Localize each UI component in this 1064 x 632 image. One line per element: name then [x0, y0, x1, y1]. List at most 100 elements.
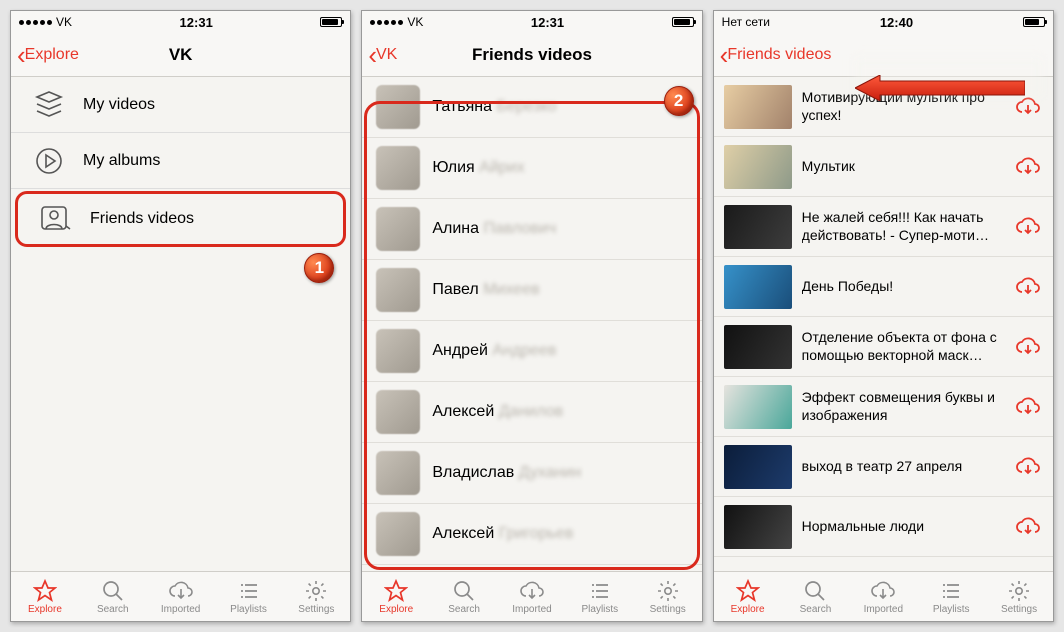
video-thumbnail [724, 505, 792, 549]
download-button[interactable] [1015, 335, 1043, 359]
nav-title: Friends videos [362, 45, 701, 65]
battery-icon [1023, 17, 1045, 27]
friend-row[interactable]: Алина Павлович [362, 199, 701, 260]
tab-search[interactable]: Search [782, 572, 850, 621]
friend-name: Татьяна Березко [432, 98, 556, 116]
back-button[interactable]: ‹ VK [368, 42, 397, 68]
video-row[interactable]: Эффект совмещения буквы и изображения [714, 377, 1053, 437]
download-button[interactable] [1015, 95, 1043, 119]
video-thumbnail [724, 265, 792, 309]
person-frame-icon [36, 199, 76, 239]
video-thumbnail [724, 445, 792, 489]
video-thumbnail [724, 325, 792, 369]
nav-bar: ‹ VK Friends videos [362, 33, 701, 77]
friend-row[interactable]: Юлия Айрих [362, 138, 701, 199]
gear-icon [304, 579, 328, 603]
friend-name: Владислав Духанин [432, 464, 581, 482]
star-icon [384, 579, 408, 603]
video-row[interactable]: Отделение объекта от фона с помощью вект… [714, 317, 1053, 377]
download-button[interactable] [1015, 275, 1043, 299]
back-label: VK [376, 46, 397, 64]
friend-row[interactable]: Владислав Духанин [362, 443, 701, 504]
tab-bar: Explore Search Imported Playlists Settin… [362, 571, 701, 621]
status-bar: Нет сети 12:40 [714, 11, 1053, 33]
tab-imported[interactable]: Imported [147, 572, 215, 621]
friend-row[interactable]: Павел Михеев [362, 260, 701, 321]
tab-playlists[interactable]: Playlists [917, 572, 985, 621]
list-icon [237, 579, 261, 603]
friend-row[interactable]: Татьяна Березко [362, 77, 701, 138]
signal-icon [370, 20, 403, 25]
back-button[interactable]: ‹ Friends videos [720, 42, 832, 68]
download-button[interactable] [1015, 515, 1043, 539]
star-icon [33, 579, 57, 603]
download-button[interactable] [1015, 215, 1043, 239]
tab-settings[interactable]: Settings [282, 572, 350, 621]
tab-explore[interactable]: Explore [714, 572, 782, 621]
videos-list[interactable]: Мотивирующий мультик про успех! Мультик … [714, 77, 1053, 571]
friend-row[interactable]: Алексей Данилов [362, 382, 701, 443]
video-title: Нормальные люди [802, 518, 1005, 536]
video-title: Эффект совмещения буквы и изображения [802, 389, 1005, 424]
menu-label: My albums [83, 152, 160, 170]
blurred-title [854, 57, 1043, 97]
download-button[interactable] [1015, 155, 1043, 179]
star-icon [736, 579, 760, 603]
battery-icon [320, 17, 342, 27]
friend-name: Павел Михеев [432, 281, 539, 299]
friend-name: Юлия Айрих [432, 159, 524, 177]
tab-search[interactable]: Search [430, 572, 498, 621]
menu-friends-videos[interactable]: Friends videos [15, 191, 346, 247]
nav-bar: ‹ Friends videos [714, 33, 1053, 77]
friend-row[interactable]: Алексей Григорьев [362, 504, 701, 565]
tab-settings[interactable]: Settings [634, 572, 702, 621]
tab-bar: Explore Search Imported Playlists Settin… [714, 571, 1053, 621]
tab-explore[interactable]: Explore [11, 572, 79, 621]
tab-label: Imported [161, 604, 200, 615]
tab-playlists[interactable]: Playlists [566, 572, 634, 621]
tab-playlists[interactable]: Playlists [215, 572, 283, 621]
gear-icon [656, 579, 680, 603]
avatar [376, 512, 420, 556]
avatar [376, 85, 420, 129]
video-thumbnail [724, 145, 792, 189]
nav-bar: ‹ Explore VK [11, 33, 350, 77]
video-row[interactable]: выход в театр 27 апреля [714, 437, 1053, 497]
menu-label: Friends videos [90, 210, 194, 228]
tab-label: Search [800, 604, 832, 615]
tab-label: Explore [731, 604, 765, 615]
avatar [376, 207, 420, 251]
tab-settings[interactable]: Settings [985, 572, 1053, 621]
video-title: Мультик [802, 158, 1005, 176]
video-title: Не жалей себя!!! Как начать действовать!… [802, 209, 1005, 244]
video-row[interactable]: Мультик [714, 137, 1053, 197]
tab-label: Playlists [230, 604, 267, 615]
cloud-download-icon [870, 579, 896, 603]
download-button[interactable] [1015, 455, 1043, 479]
download-button[interactable] [1015, 395, 1043, 419]
tab-search[interactable]: Search [79, 572, 147, 621]
list-icon [588, 579, 612, 603]
back-label: Friends videos [727, 46, 831, 64]
friend-name: Алина Павлович [432, 220, 556, 238]
stack-icon [29, 85, 69, 125]
back-button[interactable]: ‹ Explore [17, 42, 79, 68]
video-row[interactable]: День Победы! [714, 257, 1053, 317]
tab-explore[interactable]: Explore [362, 572, 430, 621]
video-title: Отделение объекта от фона с помощью вект… [802, 329, 1005, 364]
tab-imported[interactable]: Imported [849, 572, 917, 621]
tab-label: Imported [864, 604, 903, 615]
friends-list[interactable]: Татьяна Березко Юлия Айрих Алина Павлови… [362, 77, 701, 571]
video-row[interactable]: Нормальные люди [714, 497, 1053, 557]
video-thumbnail [724, 205, 792, 249]
tab-label: Search [97, 604, 129, 615]
menu-my-albums[interactable]: My albums [11, 133, 350, 189]
tab-label: Search [448, 604, 480, 615]
friend-row[interactable]: Андрей Андреев [362, 321, 701, 382]
content: My videos My albums Friends videos [11, 77, 350, 571]
tab-label: Playlists [933, 604, 970, 615]
video-row[interactable]: Не жалей себя!!! Как начать действовать!… [714, 197, 1053, 257]
screen-3-videos: Нет сети 12:40 ‹ Friends videos Мотивиру… [713, 10, 1054, 622]
menu-my-videos[interactable]: My videos [11, 77, 350, 133]
tab-imported[interactable]: Imported [498, 572, 566, 621]
